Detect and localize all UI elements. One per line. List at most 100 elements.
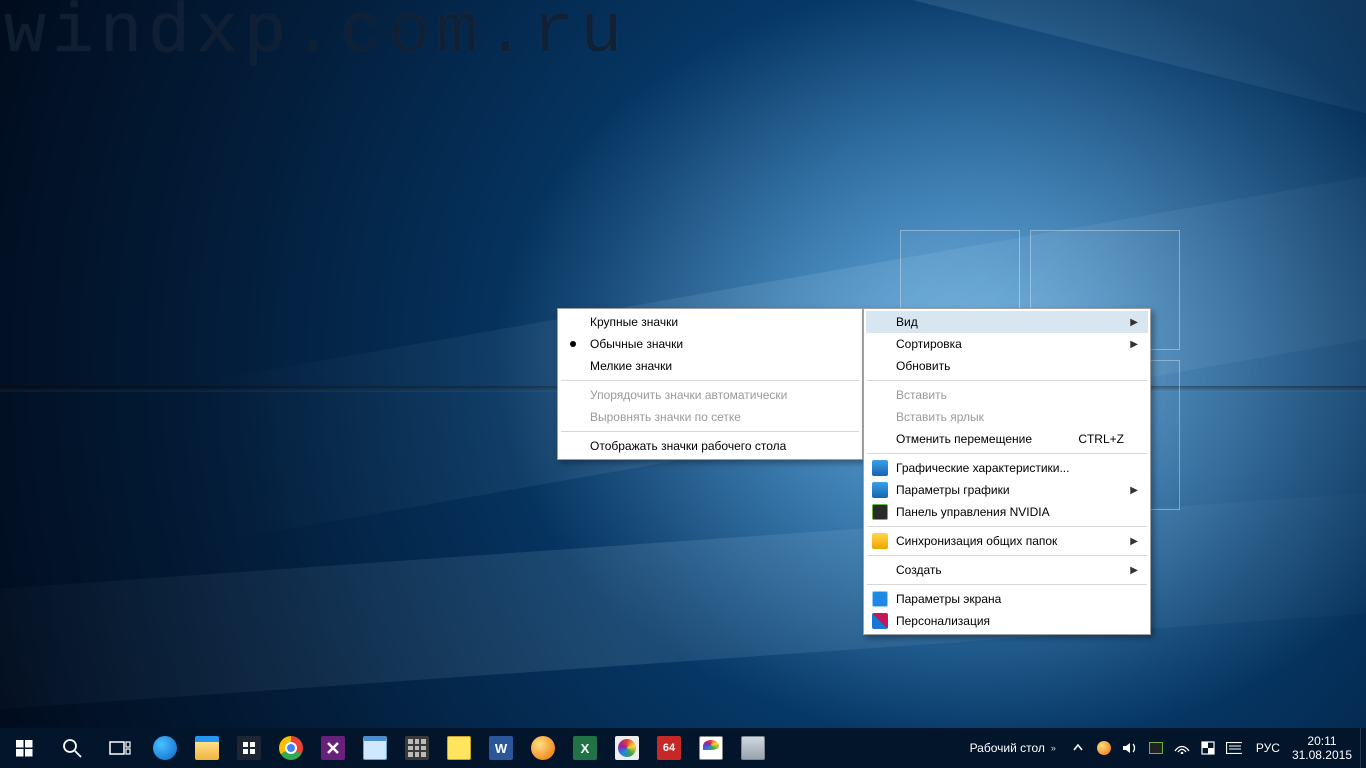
menu-refresh[interactable]: Обновить: [866, 355, 1148, 377]
menu-separator: [867, 453, 1147, 454]
edge-icon: [153, 736, 177, 760]
menu-paste[interactable]: Вставить: [866, 384, 1148, 406]
menu-view[interactable]: Вид ▶: [866, 311, 1148, 333]
app-aida64[interactable]: 64: [648, 728, 690, 768]
display-settings-icon: [872, 591, 888, 607]
taskbar-spacer: [774, 728, 960, 768]
menu-separator: [561, 431, 859, 432]
menu-shortcut: CTRL+Z: [1078, 432, 1124, 446]
paintnet-icon: [615, 736, 639, 760]
aida64-icon: 64: [657, 736, 681, 760]
tray-network-icon[interactable]: [1174, 740, 1190, 756]
clock[interactable]: 20:11 31.08.2015: [1288, 728, 1360, 768]
taskbar: W X 64 Рабочий стол » РУС 20:11 31.08.20…: [0, 728, 1366, 768]
menu-label: Панель управления NVIDIA: [896, 505, 1050, 519]
menu-auto-arrange[interactable]: Упорядочить значки автоматически: [560, 384, 860, 406]
app-notepad[interactable]: [354, 728, 396, 768]
app-file-explorer[interactable]: [186, 728, 228, 768]
show-desktop-button[interactable]: [1360, 728, 1366, 768]
tray-security-icon[interactable]: [1200, 740, 1216, 756]
menu-label: Обычные значки: [590, 337, 683, 351]
menu-label: Вставить ярлык: [896, 410, 984, 424]
menu-label: Вид: [896, 315, 918, 329]
menu-large-icons[interactable]: Крупные значки: [560, 311, 860, 333]
menu-label: Синхронизация общих папок: [896, 534, 1057, 548]
menu-paste-shortcut[interactable]: Вставить ярлык: [866, 406, 1148, 428]
tray-keyboard-icon[interactable]: [1226, 740, 1242, 756]
personalize-icon: [872, 613, 888, 629]
clock-date: 31.08.2015: [1292, 748, 1352, 762]
intel-gfx-icon: [872, 482, 888, 498]
app-word[interactable]: W: [480, 728, 522, 768]
chevrons-icon: »: [1051, 743, 1056, 753]
task-view-icon: [109, 740, 131, 756]
clock-time: 20:11: [1292, 734, 1352, 748]
menu-label: Отменить перемещение: [896, 432, 1032, 446]
menu-label: Графические характеристики...: [896, 461, 1069, 475]
menu-separator: [867, 380, 1147, 381]
task-view-button[interactable]: [96, 728, 144, 768]
store-icon: [237, 736, 261, 760]
submenu-view: Крупные значки Обычные значки Мелкие зна…: [557, 308, 863, 460]
menu-align-grid[interactable]: Выровнять значки по сетке: [560, 406, 860, 428]
menu-nvidia-control-panel[interactable]: Панель управления NVIDIA: [866, 501, 1148, 523]
submenu-arrow-icon: ▶: [1130, 339, 1138, 350]
language-indicator[interactable]: РУС: [1248, 728, 1288, 768]
menu-label: Вставить: [896, 388, 947, 402]
app-edge[interactable]: [144, 728, 186, 768]
submenu-arrow-icon: ▶: [1130, 485, 1138, 496]
menu-label: Параметры экрана: [896, 592, 1001, 606]
radio-checked-icon: [570, 341, 576, 347]
app-sticky-notes[interactable]: [438, 728, 480, 768]
menu-graphics-properties[interactable]: Графические характеристики...: [866, 457, 1148, 479]
menu-undo-move[interactable]: Отменить перемещение CTRL+Z: [866, 428, 1148, 450]
app-chrome[interactable]: [270, 728, 312, 768]
menu-label: Параметры графики: [896, 483, 1010, 497]
search-button[interactable]: [48, 728, 96, 768]
menu-new[interactable]: Создать ▶: [866, 559, 1148, 581]
app-excel[interactable]: X: [564, 728, 606, 768]
app-qip[interactable]: [522, 728, 564, 768]
tray-gpu-icon[interactable]: [1148, 740, 1164, 756]
app-paint[interactable]: [690, 728, 732, 768]
menu-separator: [561, 380, 859, 381]
app-paintnet[interactable]: [606, 728, 648, 768]
windows-logo-icon: [16, 740, 33, 757]
watermark-text: windxp.com.ru: [4, 0, 628, 73]
menu-medium-icons[interactable]: Обычные значки: [560, 333, 860, 355]
taskbar-left: [0, 728, 144, 768]
menu-separator: [867, 584, 1147, 585]
app-generic[interactable]: [732, 728, 774, 768]
tray-app-icon[interactable]: [1096, 740, 1112, 756]
menu-show-desktop-icons[interactable]: Отображать значки рабочего стола: [560, 435, 860, 457]
submenu-arrow-icon: ▶: [1130, 565, 1138, 576]
menu-label: Выровнять значки по сетке: [590, 410, 741, 424]
start-button[interactable]: [0, 728, 48, 768]
desktop[interactable]: windxp.com.ru Крупные значки Обычные зна…: [0, 0, 1366, 728]
menu-separator: [867, 555, 1147, 556]
submenu-arrow-icon: ▶: [1130, 317, 1138, 328]
menu-display-settings[interactable]: Параметры экрана: [866, 588, 1148, 610]
menu-label: Крупные значки: [590, 315, 678, 329]
app-visual-studio[interactable]: [312, 728, 354, 768]
menu-separator: [867, 526, 1147, 527]
menu-personalize[interactable]: Персонализация: [866, 610, 1148, 632]
folder-icon: [195, 736, 219, 760]
desktop-toolbar[interactable]: Рабочий стол »: [960, 728, 1064, 768]
intel-gfx-icon: [872, 460, 888, 476]
visual-studio-icon: [321, 736, 345, 760]
app-store[interactable]: [228, 728, 270, 768]
tray-overflow-button[interactable]: [1070, 740, 1086, 756]
menu-small-icons[interactable]: Мелкие значки: [560, 355, 860, 377]
menu-sort[interactable]: Сортировка ▶: [866, 333, 1148, 355]
qip-icon: [531, 736, 555, 760]
menu-label: Обновить: [896, 359, 950, 373]
menu-label: Упорядочить значки автоматически: [590, 388, 787, 402]
tray-volume-icon[interactable]: [1122, 740, 1138, 756]
menu-sync-shared-folders[interactable]: Синхронизация общих папок ▶: [866, 530, 1148, 552]
wallpaper-beam: [0, 484, 1366, 715]
generic-app-icon: [741, 736, 765, 760]
app-calculator[interactable]: [396, 728, 438, 768]
notepad-icon: [363, 736, 387, 760]
menu-graphics-options[interactable]: Параметры графики ▶: [866, 479, 1148, 501]
